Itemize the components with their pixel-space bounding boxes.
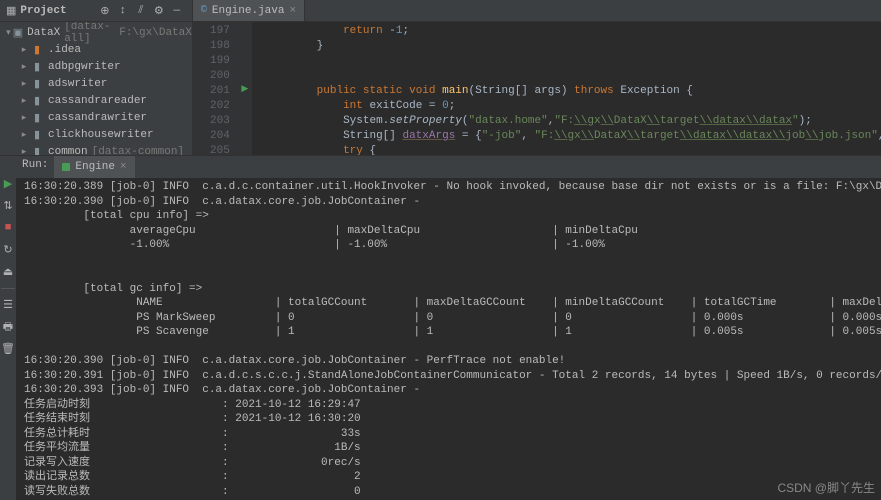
line-gutter: 197198199200201202203204205206207 [193,22,238,155]
run-config-icon [62,163,70,171]
class-icon: © [201,5,207,16]
rerun-icon[interactable]: ▶ [0,176,16,192]
console-output[interactable]: 16:30:20.389 [job-0] INFO c.a.d.c.contai… [16,178,881,500]
code-editor[interactable]: 197198199200201202203204205206207 ▶ retu… [193,22,881,155]
run-tab-name: Engine [75,161,115,173]
restart-icon[interactable]: ↻ [0,242,16,258]
tree-root[interactable]: ▾▣ DataX [datax-all] F:\gx\DataX [0,24,192,41]
updown-icon[interactable]: ⇅ [0,198,16,214]
editor-tab[interactable]: © Engine.java × [193,0,305,21]
run-tab[interactable]: Engine × [54,156,134,178]
exit-icon[interactable]: ⏏ [0,264,16,280]
tree-item[interactable]: ▸▮cassandrareader [0,92,192,109]
expand-icon[interactable]: ↕ [114,2,132,20]
tree-item[interactable]: ▸▮adbpgwriter [0,58,192,75]
stop-icon[interactable]: ■ [0,220,16,236]
tree-item[interactable]: ▸▮clickhousewriter [0,126,192,143]
editor-area: © Engine.java × 197198199200201202203204… [193,0,881,155]
project-sidebar: ▦ Project ⊕ ↕ ⫽ ⚙ — ▾▣ DataX [datax-all]… [0,0,193,155]
project-title: Project [20,5,95,17]
tree-item[interactable]: ▸▮common[datax-common] [0,143,192,155]
tab-close-icon[interactable]: × [290,5,297,17]
run-toolbar: ▶ ⇅ ■ ↻ ⏏ ☰ 🖶 🗑 [0,156,16,500]
source-code[interactable]: return -1; } public static void main(Str… [252,22,881,155]
editor-tabs: © Engine.java × [193,0,881,22]
tab-filename: Engine.java [212,5,285,17]
layout-icon[interactable]: ☰ [0,297,16,313]
run-panel: ▶ ⇅ ■ ↻ ⏏ ☰ 🖶 🗑 Run: Engine × 16:30:20.3… [0,155,881,500]
run-gutter: ▶ [238,22,252,155]
tree-item[interactable]: ▸▮adswriter [0,75,192,92]
watermark: CSDN @脚丫先生 [777,479,875,496]
crosshair-icon[interactable]: ⊕ [96,2,114,20]
trash-icon[interactable]: 🗑 [0,341,16,357]
run-label: Run: [16,156,54,178]
project-header: ▦ Project ⊕ ↕ ⫽ ⚙ — [0,0,192,22]
hide-icon[interactable]: — [168,2,186,20]
gear-icon[interactable]: ⚙ [150,2,168,20]
run-tabs: Run: Engine × [16,156,881,178]
print-icon[interactable]: 🖶 [0,319,16,335]
divide-icon[interactable]: ⫽ [132,2,150,20]
project-tree: ▾▣ DataX [datax-all] F:\gx\DataX ▸▮.idea… [0,22,192,155]
tree-item[interactable]: ▸▮cassandrawriter [0,109,192,126]
run-tab-close-icon[interactable]: × [120,161,127,173]
tree-label: DataX [27,27,60,39]
